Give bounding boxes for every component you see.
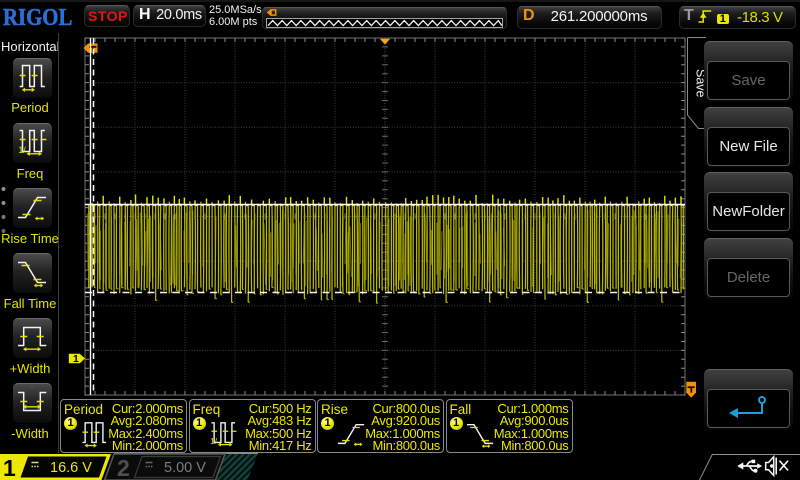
svg-text:1: 1 bbox=[3, 455, 16, 480]
svg-text:1/: 1/ bbox=[18, 145, 26, 155]
svg-text:2: 2 bbox=[117, 455, 130, 480]
svg-text:1: 1 bbox=[73, 353, 79, 365]
svg-text:16.6 V: 16.6 V bbox=[50, 460, 92, 476]
svg-text:5.00 V: 5.00 V bbox=[164, 460, 206, 476]
svg-text:1/: 1/ bbox=[210, 436, 218, 446]
